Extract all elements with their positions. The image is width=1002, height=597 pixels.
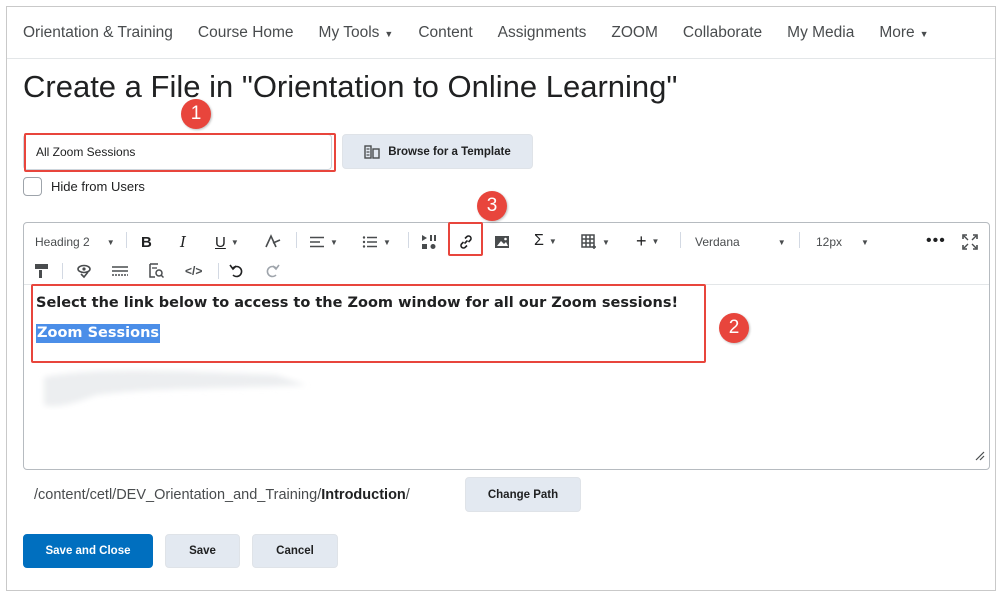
- bold-icon[interactable]: B: [141, 230, 152, 254]
- chevron-down-icon: ▼: [777, 237, 786, 247]
- hide-from-users-row: Hide from Users: [23, 177, 145, 196]
- chevron-down-icon: ▼: [861, 237, 869, 247]
- path-suffix: /: [405, 487, 410, 503]
- redacted-region: [44, 370, 306, 407]
- callout-badge-2: 2: [719, 313, 749, 343]
- nav-label: My Tools: [318, 23, 380, 41]
- chevron-down-icon: ▼: [384, 28, 394, 39]
- app-frame: Orientation & Training Course Home My To…: [6, 6, 996, 591]
- page-title: Create a File in "Orientation to Online …: [23, 69, 678, 104]
- browse-template-label: Browse for a Template: [388, 145, 511, 158]
- fullscreen-icon[interactable]: [962, 230, 978, 254]
- callout-badge-1: 1: [181, 99, 211, 129]
- nav-my-tools[interactable]: My Tools ▼: [319, 24, 394, 42]
- undo-icon[interactable]: [229, 259, 245, 283]
- template-icon: [364, 144, 380, 159]
- insert-stuff-icon[interactable]: [421, 230, 437, 254]
- nav-more[interactable]: More ▼: [879, 24, 928, 42]
- toolbar-divider: [296, 232, 297, 248]
- block-format-value: Heading 2: [35, 235, 90, 249]
- nav-label: Course Home: [197, 23, 294, 41]
- nav-label: More: [879, 23, 915, 41]
- preview-icon[interactable]: [148, 259, 164, 283]
- nav-label: Assignments: [497, 23, 587, 41]
- nav-content[interactable]: Content: [418, 24, 472, 42]
- chevron-down-icon: ▼: [383, 237, 391, 247]
- format-painter-icon[interactable]: [34, 259, 50, 283]
- hide-from-users-label: Hide from Users: [51, 179, 145, 194]
- source-code-icon[interactable]: </>: [185, 259, 202, 283]
- nav-label: Content: [418, 23, 473, 41]
- toolbar-divider: [680, 232, 681, 248]
- toolbar-divider: [62, 263, 63, 279]
- align-left-icon: [310, 236, 324, 248]
- nav-label: Collaborate: [682, 23, 763, 41]
- save-button[interactable]: Save: [165, 534, 240, 568]
- font-size-select[interactable]: 12px ▼: [816, 230, 869, 254]
- nav-my-media[interactable]: My Media: [787, 24, 854, 42]
- chevron-down-icon: ▼: [651, 236, 660, 246]
- word-count-icon[interactable]: [111, 259, 129, 283]
- insert-image-icon[interactable]: [494, 230, 510, 254]
- more-actions-icon[interactable]: •••: [926, 229, 946, 253]
- underline-dropdown[interactable]: U ▼: [215, 230, 239, 254]
- chevron-down-icon: ▼: [330, 237, 338, 247]
- list-dropdown[interactable]: ▼: [362, 230, 391, 254]
- toolbar-divider: [126, 232, 127, 248]
- nav-zoom[interactable]: ZOOM: [611, 24, 658, 42]
- table-dropdown[interactable]: ▼: [581, 230, 610, 254]
- nav-label: ZOOM: [611, 23, 658, 41]
- redo-icon[interactable]: [264, 259, 280, 283]
- align-dropdown[interactable]: ▼: [309, 230, 338, 254]
- nav-collaborate[interactable]: Collaborate: [683, 24, 762, 42]
- path-prefix: /content/cetl/DEV_Orientation_and_Traini…: [34, 487, 322, 503]
- equation-dropdown[interactable]: Σ ▼: [534, 229, 557, 253]
- toolbar-divider: [218, 263, 219, 279]
- nav-assignments[interactable]: Assignments: [498, 24, 587, 42]
- callout-highlight-title: [24, 133, 336, 172]
- toolbar-divider: [799, 232, 800, 248]
- nav-label: Orientation & Training: [23, 23, 173, 41]
- toolbar-divider: [408, 232, 409, 248]
- callout-highlight-link: [448, 222, 483, 256]
- nav-course-home[interactable]: Course Home: [198, 24, 294, 42]
- callout-badge-3: 3: [477, 191, 507, 221]
- callout-highlight-content: [31, 284, 706, 363]
- block-format-select[interactable]: Heading 2 ▼: [35, 230, 115, 254]
- chevron-down-icon: ▼: [919, 28, 929, 39]
- bullet-list-icon: [362, 236, 377, 248]
- file-path: /content/cetl/DEV_Orientation_and_Traini…: [34, 487, 410, 503]
- chevron-down-icon: ▼: [106, 237, 115, 247]
- chevron-down-icon: ▼: [230, 237, 239, 247]
- cancel-button[interactable]: Cancel: [252, 534, 338, 568]
- browse-template-button[interactable]: Browse for a Template: [342, 134, 533, 169]
- path-folder: Introduction: [321, 487, 406, 503]
- hide-from-users-checkbox[interactable]: [23, 177, 42, 196]
- font-size-value: 12px: [816, 235, 843, 249]
- nav-orientation-training[interactable]: Orientation & Training: [23, 24, 173, 42]
- text-color-icon[interactable]: [264, 230, 282, 254]
- font-family-value: Verdana: [695, 235, 740, 249]
- insert-more-dropdown[interactable]: + ▼: [636, 229, 659, 253]
- nav-label: My Media: [787, 23, 855, 41]
- italic-icon[interactable]: I: [180, 230, 186, 254]
- plus-icon: +: [636, 230, 647, 251]
- sigma-icon: Σ: [534, 232, 544, 249]
- font-family-select[interactable]: Verdana ▼: [695, 230, 786, 254]
- editor-toolbar-row-2: </>: [24, 259, 989, 285]
- save-and-close-button[interactable]: Save and Close: [23, 534, 153, 568]
- course-navbar: Orientation & Training Course Home My To…: [7, 7, 995, 59]
- change-path-button[interactable]: Change Path: [465, 477, 581, 512]
- chevron-down-icon: ▼: [602, 237, 610, 247]
- resize-handle-icon[interactable]: [974, 448, 985, 466]
- editor-toolbar-row-1: Heading 2 ▼ B I U ▼ ▼ ▼ Σ ▼ ▼ + ▼ Verdan…: [24, 223, 989, 257]
- table-icon: [581, 234, 596, 249]
- chevron-down-icon: ▼: [548, 236, 557, 246]
- underline-icon: U: [215, 233, 226, 251]
- accessibility-check-icon[interactable]: [76, 259, 92, 283]
